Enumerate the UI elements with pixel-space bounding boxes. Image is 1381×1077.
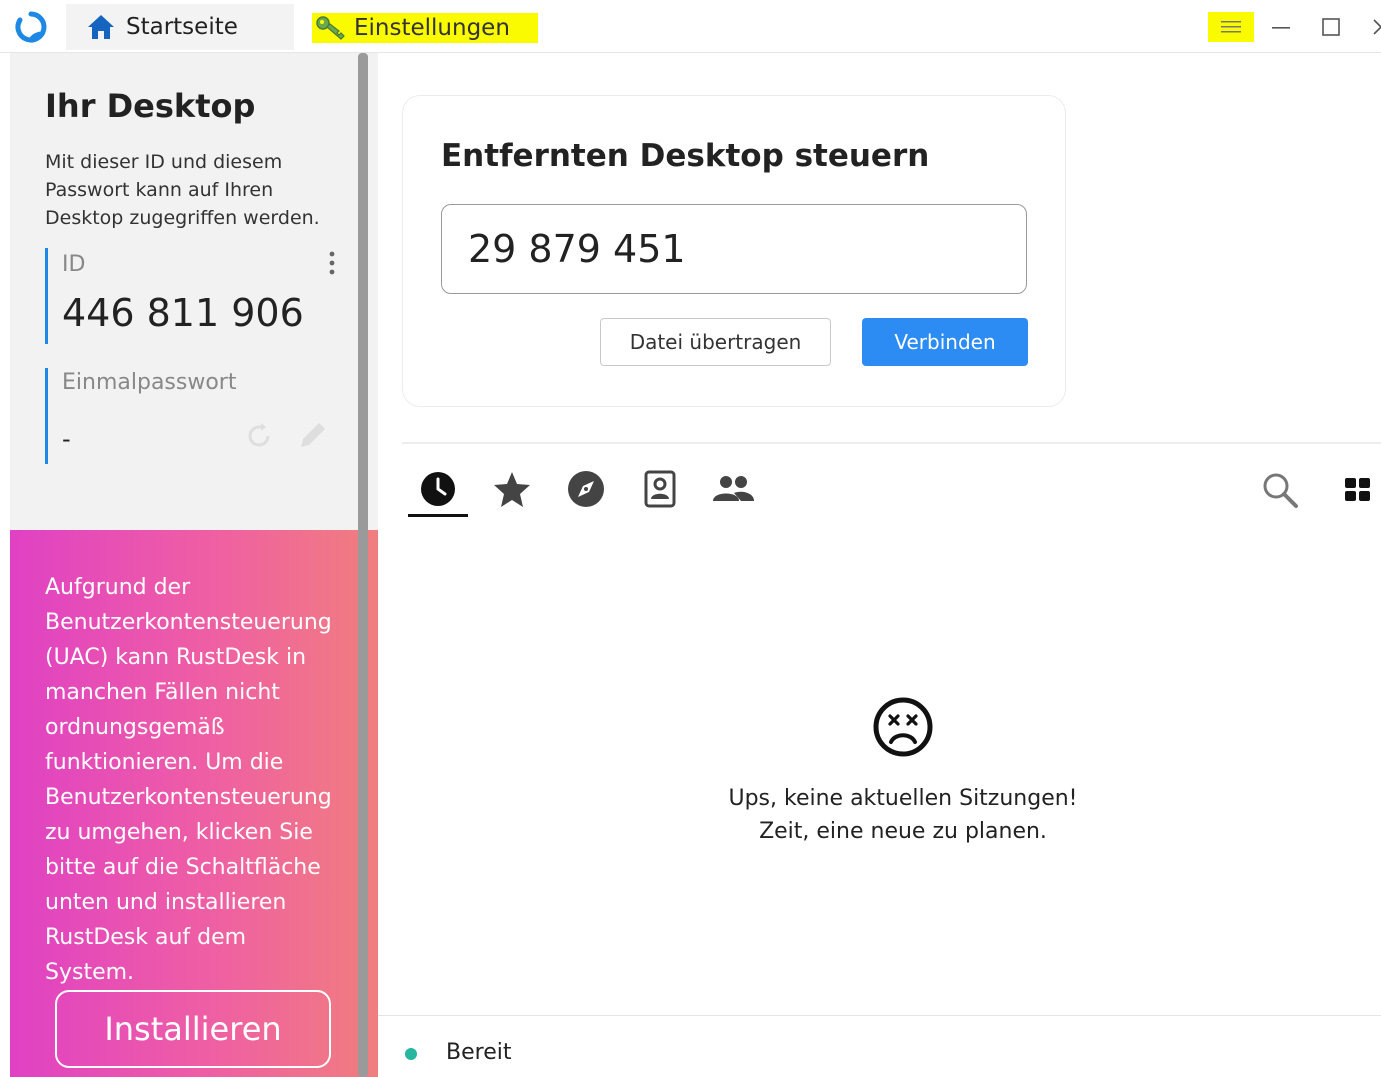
- edit-password-icon[interactable]: [296, 418, 330, 452]
- search-icon[interactable]: [1258, 468, 1302, 512]
- id-label: ID: [62, 252, 86, 277]
- sidebar-scrollbar[interactable]: [358, 53, 368, 1077]
- window-menu-button[interactable]: [1208, 12, 1254, 42]
- remote-id-input[interactable]: [441, 204, 1027, 294]
- key-icon: [316, 16, 345, 40]
- password-label: Einmalpasswort: [62, 370, 237, 395]
- empty-message-line-2: Zeit, eine neue zu planen.: [759, 819, 1047, 844]
- file-transfer-button[interactable]: Datei übertragen: [600, 318, 831, 366]
- main-divider: [402, 442, 1381, 444]
- sidebar: Ihr Desktop Mit dieser ID und diesem Pas…: [10, 53, 378, 1077]
- refresh-icon[interactable]: [243, 420, 275, 452]
- clock-icon: [421, 472, 455, 506]
- uac-warning-text: Aufgrund der Benutzerkontensteuerung (UA…: [45, 575, 332, 985]
- tab-discovered[interactable]: [563, 466, 609, 512]
- compass-icon: [568, 471, 604, 507]
- tab-settings[interactable]: Einstellungen: [312, 13, 538, 43]
- close-window-icon[interactable]: [1366, 12, 1381, 42]
- grid-view-icon[interactable]: [1338, 470, 1378, 510]
- star-icon: [494, 472, 530, 507]
- home-icon: [88, 15, 114, 39]
- status-text: Bereit: [446, 1040, 512, 1065]
- title-bar: Startseite Einstellungen: [0, 0, 1381, 53]
- hamburger-menu-icon: [1221, 21, 1241, 33]
- sad-face-icon: [873, 697, 933, 757]
- tab-address-book[interactable]: [636, 466, 682, 512]
- active-tab-indicator: [408, 514, 468, 517]
- connect-title: Entfernten Desktop steuern: [441, 138, 930, 174]
- id-value: 446 811 906: [62, 291, 304, 335]
- maximize-window-icon[interactable]: [1316, 12, 1346, 42]
- id-section: ID 446 811 906: [45, 248, 345, 344]
- address-book-icon: [644, 470, 676, 508]
- empty-sessions-message: Ups, keine aktuellen Sitzungen! Zeit, ei…: [600, 782, 1206, 848]
- your-desktop-description: Mit dieser ID und diesem Passwort kann a…: [45, 151, 320, 229]
- status-divider: [378, 1015, 1381, 1016]
- rustdesk-logo-icon: [15, 11, 47, 43]
- connect-card: Entfernten Desktop steuern Datei übertra…: [402, 95, 1066, 407]
- minimize-window-icon[interactable]: [1266, 12, 1296, 42]
- more-vertical-icon[interactable]: [324, 248, 340, 278]
- tab-home[interactable]: Startseite: [66, 4, 294, 50]
- tab-group[interactable]: [710, 466, 756, 512]
- connect-button[interactable]: Verbinden: [862, 318, 1028, 366]
- status-indicator: [405, 1048, 417, 1060]
- uac-warning-panel: Aufgrund der Benutzerkontensteuerung (UA…: [10, 530, 378, 1077]
- empty-message-line-1: Ups, keine aktuellen Sitzungen!: [728, 786, 1078, 811]
- tab-settings-label: Einstellungen: [354, 15, 510, 41]
- your-desktop-title: Ihr Desktop: [45, 87, 256, 125]
- tab-home-label: Startseite: [126, 14, 238, 40]
- group-icon: [713, 476, 754, 501]
- password-section: Einmalpasswort -: [45, 368, 345, 464]
- install-button[interactable]: Installieren: [55, 990, 331, 1068]
- tab-favorites[interactable]: [489, 466, 535, 512]
- tab-recent-sessions[interactable]: [415, 466, 461, 512]
